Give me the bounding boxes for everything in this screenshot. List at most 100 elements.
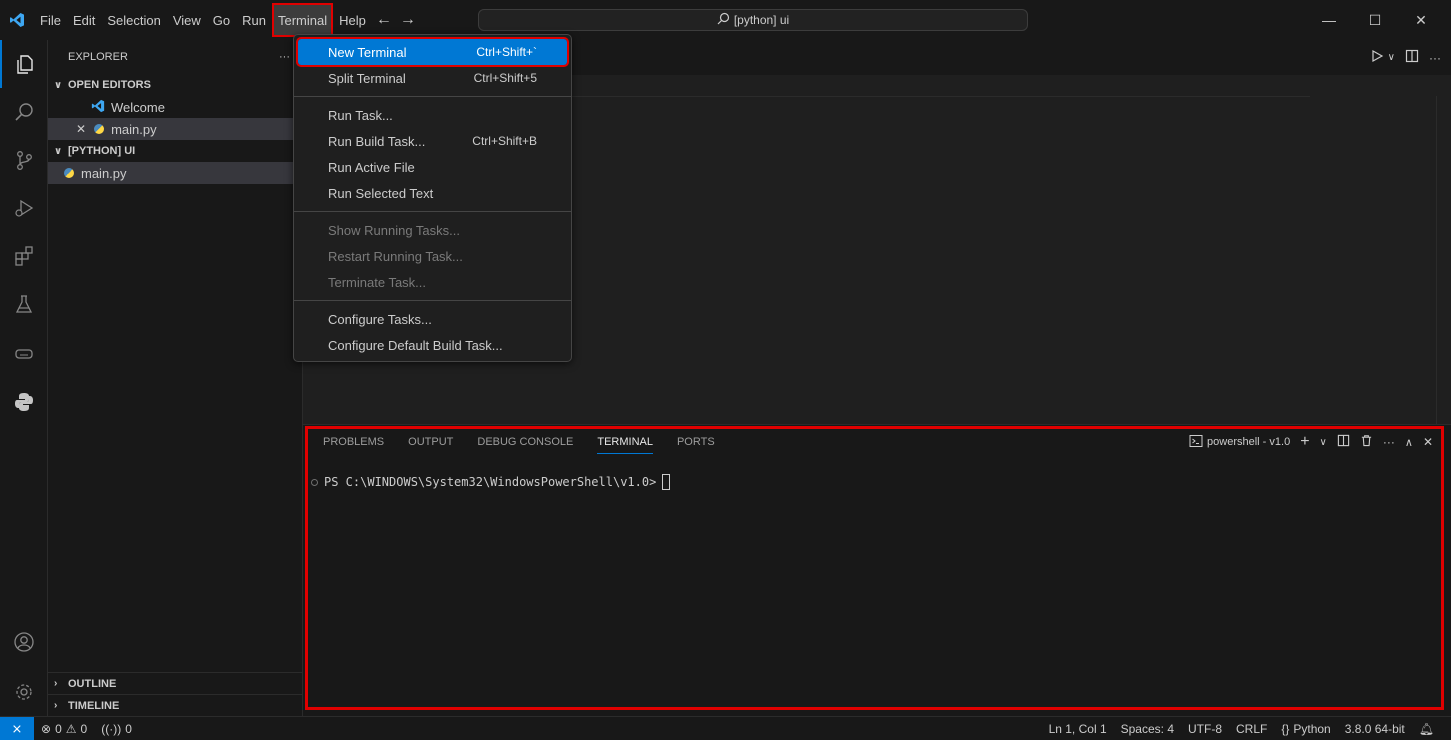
shell-label: powershell - v1.0 [1207, 436, 1291, 448]
trash-icon[interactable] [1360, 434, 1373, 450]
run-play-icon[interactable] [1370, 49, 1384, 66]
command-center-text: [python] ui [733, 13, 790, 27]
menu-item-label: Run Build Task... [328, 133, 426, 149]
vscode-welcome-icon [90, 99, 106, 116]
language-mode[interactable]: {} Python [1274, 722, 1337, 736]
tab-debug-console[interactable]: DEBUG CONSOLE [477, 436, 573, 454]
menu-file[interactable]: File [34, 0, 67, 40]
minimize-icon[interactable]: — [1306, 0, 1352, 40]
file-main-py[interactable]: main.py [48, 162, 302, 184]
menu-edit[interactable]: Edit [67, 0, 101, 40]
open-editors-header[interactable]: ∨ OPEN EDITORS [48, 74, 302, 96]
editor-scrollbar[interactable] [1436, 96, 1437, 456]
file-label: main.py [81, 165, 127, 181]
remote-indicator-icon[interactable]: ⨯ [0, 716, 34, 740]
terminal-prompt-line[interactable]: PS C:\WINDOWS\System32\WindowsPowerShell… [311, 474, 671, 490]
explorer-title: EXPLORER [68, 51, 128, 63]
timeline-label: TIMELINE [68, 699, 120, 712]
menu-separator [294, 96, 571, 97]
new-terminal-plus-icon[interactable]: + [1300, 433, 1309, 451]
ports-status[interactable]: ((·)) 0 [94, 722, 139, 736]
menu-view[interactable]: View [167, 0, 207, 40]
chevron-right-icon: › [54, 678, 58, 689]
encoding[interactable]: UTF-8 [1181, 722, 1229, 736]
command-center-search[interactable]: [python] ui [478, 9, 1028, 31]
menu-item-label: Run Active File [328, 159, 415, 175]
status-bar: ⨯ ⊗ 0 ⚠ 0 ((·)) 0 Ln 1, Col 1 Spaces: 4 … [0, 716, 1451, 740]
folder-header[interactable]: ∨ [PYTHON] UI [48, 140, 302, 162]
terminal-shell-selector[interactable]: powershell - v1.0 [1189, 434, 1290, 451]
tab-problems[interactable]: PROBLEMS [323, 436, 384, 454]
notifications-bell-icon[interactable]: 🔔︎ [1412, 722, 1441, 736]
close-window-icon[interactable]: ✕ [1398, 0, 1444, 40]
cursor-position[interactable]: Ln 1, Col 1 [1042, 722, 1114, 736]
menu-split-terminal[interactable]: Split Terminal Ctrl+Shift+5 [298, 65, 567, 91]
language-label: Python [1293, 722, 1331, 736]
braces-icon: {} [1281, 722, 1290, 736]
close-icon[interactable]: ✕ [76, 122, 86, 136]
account-icon[interactable] [0, 618, 48, 666]
run-debug-icon[interactable] [0, 184, 48, 232]
menu-run-build-task[interactable]: Run Build Task... Ctrl+Shift+B [298, 128, 567, 154]
more-actions-icon[interactable]: ··· [279, 51, 290, 63]
menu-item-label: New Terminal [328, 44, 407, 60]
terminal-icon [1189, 434, 1203, 451]
explorer-sidebar: EXPLORER ··· ∨ OPEN EDITORS Welcome ✕ ma… [48, 40, 303, 716]
menu-run-active-file[interactable]: Run Active File [298, 154, 567, 180]
menu-item-shortcut: Ctrl+Shift+B [472, 134, 537, 148]
menu-run-selected-text[interactable]: Run Selected Text [298, 180, 567, 206]
menu-new-terminal[interactable]: New Terminal Ctrl+Shift+` [296, 37, 569, 67]
broadcast-icon: ((·)) [101, 721, 122, 736]
menu-configure-tasks[interactable]: Configure Tasks... [298, 306, 567, 332]
split-editor-icon[interactable] [1405, 49, 1419, 66]
search-sidebar-icon[interactable] [0, 88, 48, 136]
explorer-files-icon[interactable] [0, 40, 48, 88]
maximize-panel-icon[interactable]: ∧ [1405, 436, 1413, 449]
python-icon[interactable] [0, 378, 48, 426]
source-control-icon[interactable] [0, 136, 48, 184]
testing-flask-icon[interactable] [0, 280, 48, 328]
tab-terminal[interactable]: TERMINAL [597, 436, 653, 454]
python-file-icon [64, 168, 74, 178]
menu-separator [294, 211, 571, 212]
error-count: 0 [55, 721, 62, 736]
menu-item-label: Run Selected Text [328, 185, 434, 201]
remote-explorer-icon[interactable] [0, 330, 48, 378]
chevron-down-icon[interactable]: ∨ [1388, 52, 1395, 63]
menu-item-label: Terminate Task... [328, 274, 427, 290]
open-editors-label: OPEN EDITORS [68, 79, 151, 91]
menu-configure-default-build-task[interactable]: Configure Default Build Task... [298, 332, 567, 358]
warning-count: 0 [80, 721, 88, 736]
open-editor-welcome[interactable]: Welcome [48, 96, 302, 118]
chevron-down-icon[interactable]: ∨ [1320, 437, 1327, 448]
split-terminal-icon[interactable] [1337, 434, 1350, 450]
menu-item-label: Run Task... [328, 107, 393, 123]
panel-more-icon[interactable]: ··· [1383, 435, 1395, 449]
close-panel-icon[interactable]: ✕ [1423, 435, 1433, 449]
menu-run[interactable]: Run [236, 0, 272, 40]
editor-more-icon[interactable]: ··· [1429, 51, 1441, 65]
menu-go[interactable]: Go [207, 0, 236, 40]
activity-bar [0, 40, 48, 716]
menu-terminal[interactable]: Terminal [272, 3, 334, 37]
python-interpreter[interactable]: 3.8.0 64-bit [1338, 722, 1412, 736]
open-editor-label: Welcome [111, 99, 165, 115]
extensions-icon[interactable] [0, 232, 48, 280]
tab-ports[interactable]: PORTS [677, 436, 715, 454]
problems-status[interactable]: ⊗ 0 ⚠ 0 [34, 722, 94, 736]
menu-run-task[interactable]: Run Task... [298, 102, 567, 128]
menu-selection[interactable]: Selection [101, 0, 166, 40]
panel-tab-bar: PROBLEMS OUTPUT DEBUG CONSOLE TERMINAL P… [323, 436, 715, 454]
menu-item-label: Restart Running Task... [328, 248, 463, 264]
timeline-section[interactable]: › TIMELINE [48, 694, 303, 716]
end-of-line[interactable]: CRLF [1229, 722, 1274, 736]
settings-gear-icon[interactable] [0, 668, 48, 716]
open-editor-main-py[interactable]: ✕ main.py [48, 118, 302, 140]
menu-show-running-tasks: Show Running Tasks... [298, 217, 567, 243]
chevron-down-icon: ∨ [54, 79, 63, 91]
indentation[interactable]: Spaces: 4 [1114, 722, 1181, 736]
menu-terminate-task: Terminate Task... [298, 269, 567, 295]
outline-section[interactable]: › OUTLINE [48, 672, 303, 694]
maximize-icon[interactable]: ☐ [1352, 0, 1398, 40]
tab-output[interactable]: OUTPUT [408, 436, 453, 454]
